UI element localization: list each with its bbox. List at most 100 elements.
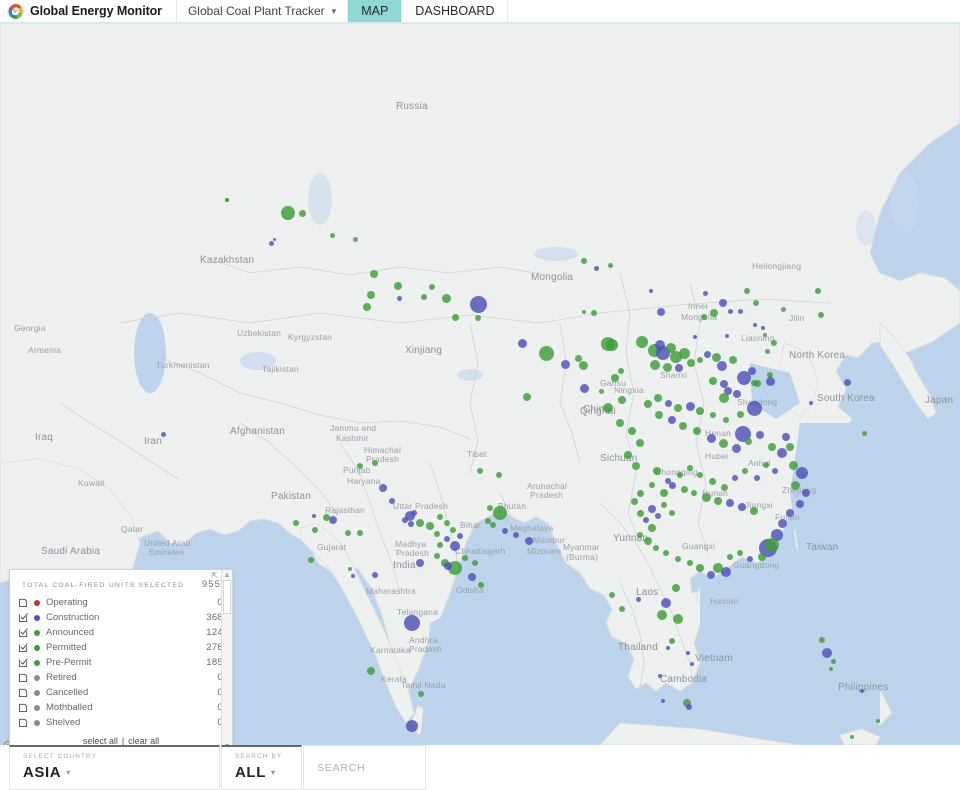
plant-marker[interactable] — [322, 513, 330, 521]
plant-marker[interactable] — [702, 290, 708, 296]
plant-marker[interactable] — [678, 347, 690, 359]
plant-marker[interactable] — [653, 545, 659, 551]
plant-marker[interactable] — [706, 433, 716, 443]
plant-marker[interactable] — [723, 417, 729, 423]
brand-logo-area[interactable]: Global Energy Monitor — [0, 0, 177, 22]
plant-marker[interactable] — [450, 541, 460, 551]
plant-marker[interactable] — [636, 439, 644, 447]
plant-marker[interactable] — [687, 560, 693, 566]
plant-marker[interactable] — [815, 288, 821, 294]
plant-marker[interactable] — [675, 364, 683, 372]
plant-marker[interactable] — [636, 509, 644, 517]
plant-marker[interactable] — [352, 236, 358, 242]
plant-marker[interactable] — [630, 497, 638, 505]
plant-marker[interactable] — [538, 345, 554, 361]
plant-marker[interactable] — [718, 438, 728, 448]
plant-marker[interactable] — [861, 430, 867, 436]
plant-marker[interactable] — [434, 553, 440, 559]
plant-marker[interactable] — [441, 293, 451, 303]
plant-marker[interactable] — [782, 433, 790, 441]
plant-marker[interactable] — [714, 497, 722, 505]
plant-marker[interactable] — [701, 492, 711, 502]
plant-marker[interactable] — [696, 407, 704, 415]
plant-marker[interactable] — [818, 312, 824, 318]
plant-marker[interactable] — [655, 340, 665, 350]
plant-marker[interactable] — [660, 489, 668, 497]
plant-marker[interactable] — [786, 443, 794, 451]
plant-marker[interactable] — [582, 310, 586, 314]
plant-marker[interactable] — [372, 460, 378, 466]
plant-marker[interactable] — [478, 582, 484, 588]
plant-marker[interactable] — [475, 315, 481, 321]
plant-marker[interactable] — [345, 530, 351, 536]
plant-marker[interactable] — [747, 556, 753, 562]
plant-marker[interactable] — [517, 338, 527, 348]
plant-marker[interactable] — [451, 313, 459, 321]
plant-marker[interactable] — [669, 638, 675, 644]
plant-marker[interactable] — [468, 573, 476, 581]
plant-marker[interactable] — [329, 516, 337, 524]
plant-marker[interactable] — [758, 553, 766, 561]
plant-marker[interactable] — [843, 378, 851, 386]
plant-marker[interactable] — [611, 374, 619, 382]
plant-marker[interactable] — [598, 388, 604, 394]
plant-marker[interactable] — [606, 339, 618, 351]
scroll-down-arrow-icon[interactable]: ▼ — [224, 743, 231, 745]
plant-marker[interactable] — [733, 390, 741, 398]
plant-marker[interactable] — [697, 357, 703, 363]
checkbox-unchecked-icon[interactable] — [19, 703, 28, 712]
plant-marker[interactable] — [312, 514, 316, 518]
plant-marker[interactable] — [637, 532, 643, 538]
plant-marker[interactable] — [444, 520, 450, 526]
plant-marker[interactable] — [737, 550, 743, 556]
plant-marker[interactable] — [657, 308, 665, 316]
plant-marker[interactable] — [444, 536, 450, 542]
plant-marker[interactable] — [763, 333, 767, 337]
plant-marker[interactable] — [754, 475, 760, 481]
plant-marker[interactable] — [367, 291, 375, 299]
plant-marker[interactable] — [802, 489, 810, 497]
plant-marker[interactable] — [727, 308, 733, 314]
plant-marker[interactable] — [654, 394, 662, 402]
plant-marker[interactable] — [662, 362, 672, 372]
plant-marker[interactable] — [717, 361, 727, 371]
tab-dashboard[interactable]: DASHBOARD — [402, 0, 509, 22]
plant-marker[interactable] — [711, 352, 721, 362]
select-all-link[interactable]: select all — [83, 736, 118, 746]
plant-marker[interactable] — [690, 662, 694, 666]
plant-marker[interactable] — [829, 667, 833, 671]
legend-row-cancelled[interactable]: Cancelled0 — [19, 685, 223, 700]
checkbox-checked-icon[interactable] — [19, 613, 28, 622]
plant-marker[interactable] — [644, 537, 652, 545]
legend-row-construction[interactable]: Construction 368 — [19, 610, 223, 625]
plant-marker[interactable] — [370, 270, 378, 278]
plant-marker[interactable] — [744, 437, 752, 445]
plant-marker[interactable] — [416, 559, 424, 567]
plant-marker[interactable] — [426, 522, 434, 530]
plant-marker[interactable] — [746, 400, 762, 416]
plant-marker[interactable] — [750, 507, 758, 515]
plant-marker[interactable] — [765, 538, 779, 552]
tracker-selector[interactable]: Global Coal Plant Tracker ▾ — [177, 0, 349, 22]
plant-marker[interactable] — [673, 614, 683, 624]
scrollbar-thumb[interactable] — [223, 580, 231, 614]
plant-marker[interactable] — [707, 571, 715, 579]
plant-marker[interactable] — [513, 532, 519, 538]
plant-marker[interactable] — [710, 309, 718, 317]
plant-marker[interactable] — [643, 517, 649, 523]
plant-marker[interactable] — [581, 258, 587, 264]
plant-marker[interactable] — [721, 567, 731, 577]
plant-marker[interactable] — [496, 472, 502, 478]
plant-marker[interactable] — [685, 401, 695, 411]
plant-marker[interactable] — [348, 567, 352, 571]
plant-marker[interactable] — [293, 520, 299, 526]
plant-marker[interactable] — [450, 527, 456, 533]
plant-marker[interactable] — [560, 359, 570, 369]
plant-marker[interactable] — [389, 498, 395, 504]
plant-marker[interactable] — [655, 513, 661, 519]
plant-marker[interactable] — [603, 403, 613, 413]
search-field-wrapper[interactable]: SEARCH — [303, 745, 426, 790]
plant-marker[interactable] — [687, 359, 695, 367]
plant-marker[interactable] — [732, 475, 738, 481]
plant-marker[interactable] — [788, 460, 798, 470]
